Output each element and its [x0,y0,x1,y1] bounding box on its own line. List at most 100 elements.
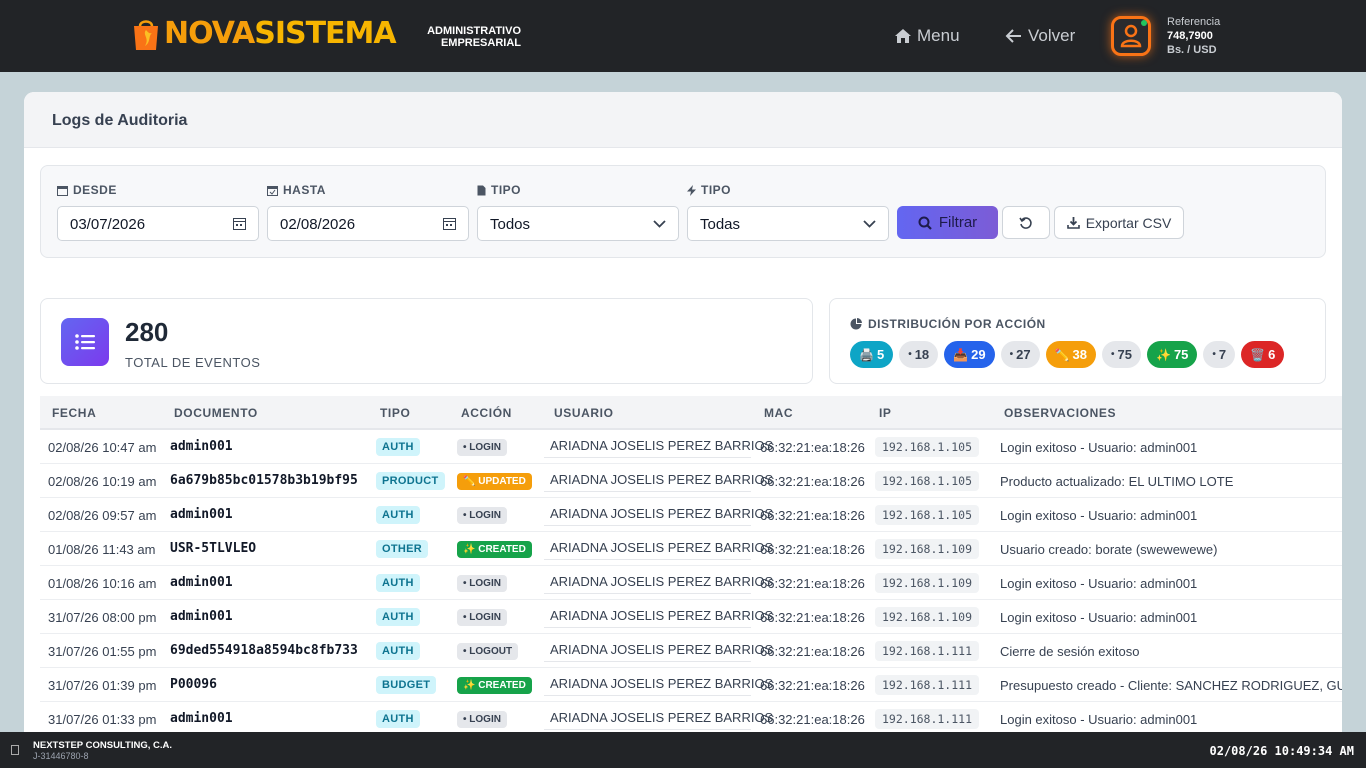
table-row[interactable]: 02/08/26 10:47 am admin001 AUTH • LOGIN ARIA… [40,430,1342,464]
action-count-pill[interactable]: 📥 29 [944,341,995,368]
hasta-date-input[interactable]: 02/08/2026 [267,206,469,241]
reference-label: Referencia [1167,16,1221,28]
export-csv-button[interactable]: Exportar CSV [1054,206,1184,239]
action-count-pill[interactable]: 🖨️ 5 [850,341,894,368]
calendar-icon[interactable] [443,217,456,230]
tipo-selected-value: Todos [490,216,531,233]
desde-label: DESDE [57,183,117,197]
cell-fecha: 31/07/26 08:00 pm [48,610,157,625]
filter-button[interactable]: Filtrar [897,206,998,239]
column-header-usuario[interactable]: USUARIO [554,406,614,420]
filter-button-label: Filtrar [938,214,978,231]
ip-badge: 192.168.1.109 [875,539,980,559]
pill-count: 29 [971,347,986,362]
search-icon [918,216,932,230]
current-datetime: 02/08/26 10:49:34 AM [1209,744,1355,758]
distribution-title: DISTRIBUCIÓN POR ACCIÓN [850,317,1046,331]
ip-badge: 192.168.1.111 [875,709,980,729]
type-badge: AUTH [376,710,420,728]
action-count-pill[interactable]: • 7 [1203,341,1236,368]
column-header-mac[interactable]: MAC [764,406,793,420]
pill-count: 7 [1218,347,1227,362]
download-icon [1066,217,1080,229]
calendar-icon [57,185,68,196]
cell-documento: USR-5TLVLEO [170,541,257,556]
export-csv-label: Exportar CSV [1085,214,1172,231]
action-badge: • LOGIN [457,507,507,524]
table-row[interactable]: 31/07/26 08:00 pm admin001 AUTH • LOGIN ARIA… [40,600,1342,634]
app-logo[interactable]: NOVASISTEMA [132,16,397,51]
action-count-pill[interactable]: • 18 [899,341,939,368]
pill-count: 75 [1173,347,1189,362]
subtitle-line-2: EMPRESARIAL [440,37,521,49]
action-count-pill[interactable]: ✏️ 38 [1045,341,1096,368]
action-count-pill[interactable]: ✨ 75 [1146,341,1198,368]
accion-selected-value: Todas [700,216,741,233]
type-badge: AUTH [376,642,420,660]
table-row[interactable]: 31/07/26 01:39 pm P00096 BUDGET ✨ CREATED AR… [40,668,1342,702]
cell-documento: admin001 [170,439,233,454]
action-count-pill[interactable]: • 27 [1000,341,1040,368]
column-header-fecha[interactable]: FECHA [52,406,96,420]
accion-select[interactable]: Todas [687,206,889,241]
pill-icon: ✨ [1155,347,1171,362]
table-row[interactable]: 02/08/26 09:57 am admin001 AUTH • LOGIN ARIA… [40,498,1342,532]
user-avatar[interactable] [1111,16,1151,56]
column-header-ip[interactable]: IP [879,406,892,420]
type-badge: BUDGET [376,676,437,694]
shopping-bag-icon [132,17,160,51]
action-badge: ✏️ UPDATED [457,473,532,490]
ip-badge: 192.168.1.105 [875,471,980,491]
audit-logs-card: Logs de Auditoria DESDE 03/07/2026 HASTA… [24,92,1342,732]
back-button[interactable]: Volver [1005,26,1075,46]
column-header-tipo[interactable]: TIPO [380,406,410,420]
chevron-down-icon [653,220,666,228]
logo-text-nova: NOVA [164,16,255,51]
ip-badge: 192.168.1.111 [875,641,980,661]
top-bar: NOVASISTEMA ADMINISTRATIVO EMPRESARIAL M… [0,0,1366,72]
ip-badge: 192.168.1.105 [875,437,980,457]
list-icon [61,318,109,366]
table-row[interactable]: 31/07/26 01:55 pm 69ded554918a8594bc8fb73… [40,634,1342,668]
action-badge: • LOGIN [457,711,507,728]
cell-fecha: 02/08/26 10:19 am [48,474,157,489]
action-badge: ✨ CREATED [457,677,532,694]
desde-value: 03/07/2026 [70,216,146,233]
company-rif: J-31446780-8 [33,751,89,761]
page-title: Logs de Auditoria [24,92,1342,148]
ip-badge: 192.168.1.109 [875,607,980,627]
action-badge: • LOGIN [457,609,507,626]
table-row[interactable]: 01/08/26 10:16 am admin001 AUTH • LOGIN ARIA… [40,566,1342,600]
action-badge: • LOGIN [457,575,507,592]
pill-icon: 📥 [953,347,969,362]
cell-observaciones: Usuario creado: borate (swewewewe) [1000,542,1218,557]
action-badge: • LOGOUT [457,643,519,660]
table-row[interactable]: 31/07/26 01:33 pm admin001 AUTH • LOGIN ARIA… [40,702,1342,732]
column-header-accion[interactable]: ACCIÓN [461,406,512,420]
action-count-pill[interactable]: • 75 [1102,341,1141,368]
type-badge: OTHER [376,540,428,558]
desde-date-input[interactable]: 03/07/2026 [57,206,259,241]
table-row[interactable]: 01/08/26 11:43 am USR-5TLVLEO OTHER ✨ CREAT… [40,532,1342,566]
menu-button[interactable]: Menu [894,26,960,46]
tipo-select[interactable]: Todos [477,206,679,241]
cell-usuario: ARIADNA JOSELIS PEREZ BARRIOS [544,430,773,458]
reset-button[interactable] [1002,206,1050,239]
column-header-observaciones[interactable]: OBSERVACIONES [1004,406,1116,420]
cell-documento: 69ded554918a8594bc8fb733 [170,643,358,658]
calendar-check-icon [267,185,278,196]
type-badge: AUTH [376,608,420,626]
status-bar: NEXTSTEP CONSULTING, C.A. J-31446780-8 0… [0,732,1366,768]
document-icon [477,185,486,195]
app-subtitle: ADMINISTRATIVO EMPRESARIAL [420,25,521,49]
cell-fecha: 01/08/26 10:16 am [48,576,157,591]
home-icon [895,29,911,43]
cell-documento: P00096 [170,677,217,692]
column-header-documento[interactable]: DOCUMENTO [174,406,258,420]
calendar-icon[interactable] [233,217,246,230]
table-row[interactable]: 02/08/26 10:19 am 6a679b85bc01578b3b19bf9… [40,464,1342,498]
cell-mac: 66:32:21:ea:18:26 [760,576,865,591]
pill-icon: • [1212,349,1216,360]
action-count-pill[interactable]: 🗑️ 6 [1241,341,1285,368]
bolt-icon [687,184,696,196]
